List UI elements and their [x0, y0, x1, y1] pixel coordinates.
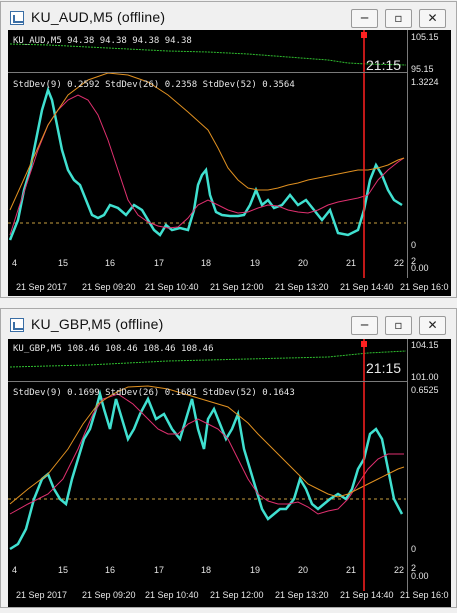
day-label: 20	[298, 565, 309, 575]
chart-window-icon	[10, 318, 24, 332]
indicator-info-label: StdDev(9) 0.2592 StdDev(26) 0.2358 StdDe…	[13, 80, 295, 90]
price-scale-top: 105.15	[411, 32, 439, 42]
day-label: 16	[105, 565, 116, 575]
day-label: 20	[298, 258, 309, 268]
time-label: 21 Sep 16:0	[400, 590, 449, 600]
time-label: 21 Sep 10:40	[145, 282, 199, 292]
window-title: KU_AUD,M5 (offline)	[31, 9, 166, 25]
top-marker-icon	[361, 32, 367, 38]
day-label: 19	[250, 258, 261, 268]
minimize-button[interactable]: ─	[351, 9, 378, 28]
time-label: 21 Sep 12:00	[210, 590, 264, 600]
day-label: 4	[12, 565, 18, 575]
day-label: 22	[394, 565, 405, 575]
time-label: 21 Sep 09:20	[82, 590, 136, 600]
indicator-info-label: StdDev(9) 0.1699 StdDev(26) 0.1681 StdDe…	[13, 388, 295, 398]
time-label: 21 Sep 09:20	[82, 282, 136, 292]
price-axis	[407, 30, 408, 278]
time-label: 21 Sep 14:40	[340, 590, 394, 600]
window-title: KU_GBP,M5 (offline)	[31, 316, 164, 332]
price-axis	[407, 339, 408, 591]
price-info-label: KU_AUD,M5 94.38 94.38 94.38 94.38	[13, 36, 192, 46]
stddev-26-line	[9, 94, 405, 236]
indicator-scale-zero: 0	[411, 544, 417, 554]
clock-label: 21:15	[366, 57, 402, 73]
time-label: 21 Sep 14:40	[340, 282, 394, 292]
pane-separator[interactable]	[8, 72, 407, 73]
day-label: 17	[154, 565, 165, 575]
day-label: 15	[58, 565, 69, 575]
time-label: 21 Sep 10:40	[145, 590, 199, 600]
time-label: 21 Sep 2017	[16, 282, 68, 292]
price-line	[9, 43, 407, 66]
minimize-button[interactable]: ─	[351, 316, 378, 335]
indicator-scale-top: 1.3224	[411, 77, 439, 87]
day-label: 15	[58, 258, 69, 268]
title-bar[interactable]: KU_GBP,M5 (offline) ─ ▫ ✕	[1, 309, 456, 339]
chart-canvas	[8, 339, 407, 591]
day-label: 17	[154, 258, 165, 268]
day-label: 4	[12, 258, 18, 268]
time-label: 21 Sep 12:00	[210, 282, 264, 292]
price-scale-bottom: 95.15	[411, 64, 434, 74]
chart-area[interactable]: KU_GBP,M5 108.46 108.46 108.46 108.46 10…	[8, 339, 451, 607]
right-small-bottom: 0.00	[411, 263, 429, 273]
day-label: 18	[201, 258, 212, 268]
time-label: 21 Sep 13:20	[275, 590, 329, 600]
price-scale-top: 104.15	[411, 340, 439, 350]
day-label: 22	[394, 258, 405, 268]
top-marker-icon	[361, 341, 367, 347]
indicator-scale-zero: 0	[411, 240, 417, 250]
stddev-9-line	[8, 86, 403, 241]
pane-separator[interactable]	[8, 381, 407, 382]
title-bar[interactable]: KU_AUD,M5 (offline) ─ ▫ ✕	[1, 2, 456, 32]
restore-button[interactable]: ▫	[385, 316, 412, 335]
day-label: 18	[201, 565, 212, 575]
clock-label: 21:15	[366, 360, 402, 376]
time-label: 21 Sep 13:20	[275, 282, 329, 292]
right-small-bottom: 0.00	[411, 571, 429, 581]
stddev-9-line	[9, 389, 404, 551]
chart-window-aud[interactable]: KU_AUD,M5 (offline) ─ ▫ ✕ KU_AUD,M5 94.3…	[0, 1, 457, 298]
day-label: 21	[346, 258, 357, 268]
stddev-52-line	[9, 72, 405, 211]
restore-button[interactable]: ▫	[385, 9, 412, 28]
time-label: 21 Sep 16:0	[400, 282, 449, 292]
indicator-scale-top: 0.6525	[411, 385, 439, 395]
time-label: 21 Sep 2017	[16, 590, 68, 600]
chart-window-icon	[10, 11, 24, 25]
day-label: 19	[250, 565, 261, 575]
price-scale-bottom: 101.00	[411, 372, 439, 382]
day-label: 21	[346, 565, 357, 575]
close-button[interactable]: ✕	[419, 316, 446, 335]
chart-window-gbp[interactable]: KU_GBP,M5 (offline) ─ ▫ ✕ KU_GBP,M5 108.…	[0, 308, 457, 608]
chart-area[interactable]: KU_AUD,M5 94.38 94.38 94.38 94.38 105.15…	[8, 30, 451, 296]
price-info-label: KU_GBP,M5 108.46 108.46 108.46 108.46	[13, 344, 214, 354]
day-label: 16	[105, 258, 116, 268]
close-button[interactable]: ✕	[419, 9, 446, 28]
